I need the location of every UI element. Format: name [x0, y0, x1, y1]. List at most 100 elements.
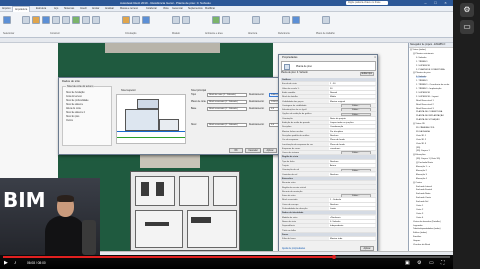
tab-insert[interactable]: Inserir — [80, 7, 87, 10]
browser-tree-item[interactable]: [-] Plantas estruturais — [413, 53, 434, 55]
tab-analyze[interactable]: Analisar — [105, 7, 114, 10]
floor-tool-icon[interactable] — [92, 16, 100, 24]
browser-tree-item[interactable]: Fachada Lateral — [416, 186, 432, 188]
browser-tree-item[interactable]: [-] Plantas de piso — [413, 72, 431, 74]
browser-tree-item[interactable]: {3D} Corpus 1 (Vista 3D) — [416, 158, 440, 160]
browser-tree-item[interactable]: [-] Elevações — [413, 154, 426, 156]
option-item[interactable]: Outros — [66, 120, 73, 122]
model-text-icon[interactable] — [172, 16, 180, 24]
edit-button[interactable]: Editar... — [341, 151, 371, 155]
property-value[interactable]: Mostrar tudo — [329, 237, 375, 241]
ok-button[interactable]: OK — [229, 148, 243, 153]
browser-tree-item[interactable]: Fachada Oeste — [416, 197, 431, 199]
modify-tool-icon[interactable] — [3, 16, 11, 24]
browser-tree-item[interactable]: PLANTA DE COBERTURA — [416, 111, 442, 113]
tab-collaborate[interactable]: Colaborar — [146, 7, 157, 10]
browser-tree-item[interactable]: 1. TÉRREO — [416, 80, 428, 82]
door-tool-icon[interactable] — [32, 16, 40, 24]
browser-tree-item[interactable]: [-] Cortes — [413, 182, 422, 184]
browser-tree-item[interactable]: Vínculos do Revit — [413, 244, 430, 246]
browser-tree-item[interactable]: Elevação 4 — [416, 178, 427, 180]
edit-type-button[interactable]: Editar tipo — [359, 72, 374, 76]
area-tool-icon[interactable] — [222, 16, 230, 24]
browser-tree-item[interactable]: Nível Novo nível 1 — [416, 100, 434, 102]
browser-tree-item[interactable]: [-] Vistas (todas) — [410, 49, 426, 51]
component-tool-icon[interactable] — [52, 16, 60, 24]
browser-tree-item[interactable]: Nível Novo nível 3 — [416, 108, 434, 110]
chat-icon[interactable]: ▭ — [460, 20, 474, 34]
browser-tree-item[interactable]: 0. Subsolo — [416, 57, 426, 59]
browser-tree-item[interactable]: 1. TÉRREO - Implantação — [416, 88, 441, 90]
browser-tree-item[interactable]: PLANTA DE SITUAÇÃO — [416, 119, 440, 121]
browser-tree-item[interactable]: 1. TÉRREO — [416, 61, 428, 63]
window-tool-icon[interactable] — [42, 16, 50, 24]
tab-massing[interactable]: Massa e terreno — [120, 7, 138, 10]
browser-tree-item[interactable]: {3D} — [416, 147, 420, 149]
floor-plan[interactable] — [130, 171, 240, 251]
instance-filter[interactable]: Planta de piso: 0. Subsolo Editar tipo — [281, 72, 376, 77]
browser-tree-item[interactable]: Corte 4 — [416, 217, 423, 219]
railing-tool-icon[interactable] — [122, 16, 130, 24]
browser-tree-item[interactable]: Corte 2 — [416, 209, 423, 211]
type-selector[interactable]: Planta de piso — [281, 61, 376, 71]
level-select[interactable]: Nível associado (1 - Subsolo) — [207, 107, 247, 111]
work-plane-icon[interactable] — [322, 16, 330, 24]
browser-tree-item[interactable]: 3. PLANTA DE COBERTURA — [416, 69, 445, 71]
browser-tree-item[interactable]: Grupos — [413, 240, 420, 242]
browser-tree-item[interactable]: 3D CÂMERA CIVIL — [416, 127, 435, 129]
settings-icon[interactable]: ⚙ — [417, 260, 421, 267]
browser-tree-item[interactable]: Elevação 3 — [416, 174, 427, 176]
option-item[interactable]: Nível de profundidade — [66, 100, 88, 102]
level-select[interactable]: Nível de corte (1 - Subsolo) — [207, 93, 247, 97]
volume-icon[interactable]: ♪ — [14, 260, 17, 267]
browser-tree-item[interactable]: Elevação 1 - a — [416, 166, 430, 168]
option-item[interactable]: Nível de alicerce — [66, 104, 83, 106]
edit-button[interactable]: Editar... — [341, 168, 371, 172]
browser-tree-item[interactable]: 1. TÉRREO - Ocorrência de rocha — [416, 84, 449, 86]
browser-tree-item[interactable]: Vistas de desenho (Detalhe) — [413, 221, 441, 223]
apply-button[interactable]: Aplicar — [263, 148, 277, 153]
edit-button[interactable]: Editar... — [341, 194, 371, 198]
cancel-button[interactable]: Cancelar — [245, 148, 261, 153]
progress-knob[interactable] — [331, 255, 336, 259]
grid-tool-icon[interactable] — [292, 16, 300, 24]
browser-tree-item[interactable]: 0. Subsolo — [416, 76, 427, 79]
browser-tree-item[interactable]: Vista 3D 2 — [416, 139, 426, 141]
browser-tree-item[interactable]: Tabelas/quantidades (todas) — [413, 228, 440, 230]
stair-tool-icon[interactable] — [142, 16, 150, 24]
browser-tree-item[interactable]: Vista 3D 3 — [416, 143, 426, 145]
browser-tree-item[interactable]: Corte 1 — [416, 205, 423, 207]
browser-tree-item[interactable]: [-] Vistas 3D — [413, 123, 425, 125]
column-tool-icon[interactable] — [62, 16, 70, 24]
browser-tree-item[interactable]: Elevação 2 — [416, 170, 427, 172]
fullscreen-icon[interactable]: ⛶ — [441, 260, 445, 267]
browser-tree-item[interactable]: 3D FACHADA — [416, 131, 430, 133]
tab-annotate[interactable]: Anotar — [92, 7, 99, 10]
wall-tool-icon[interactable] — [22, 16, 30, 24]
browser-tree-item[interactable]: 2. SUPERIOR - Layout — [416, 96, 438, 98]
ramp-tool-icon[interactable] — [132, 16, 140, 24]
browser-tree-item[interactable]: 2. SUPERIOR — [416, 65, 430, 67]
option-item[interactable]: Nível do piso — [66, 116, 79, 118]
theater-icon[interactable]: ▭ — [429, 260, 434, 267]
edit-button[interactable]: Editar... — [341, 108, 371, 112]
browser-tree-item[interactable]: [-] Fachada Norte — [416, 162, 433, 164]
browser-tree-item[interactable]: PLANTA DE IMPLANTAÇÃO — [416, 115, 444, 117]
properties-help-link[interactable]: Ajuda de propriedades — [282, 248, 305, 250]
browser-tree-item[interactable]: Fachada Frontal — [416, 189, 432, 191]
model-line-icon[interactable] — [182, 16, 190, 24]
level-tool-icon[interactable] — [282, 16, 290, 24]
browser-tree-item[interactable]: Vista 3D 1 — [416, 135, 426, 137]
tab-file[interactable]: Arquivo — [2, 7, 10, 10]
tab-structure[interactable]: Estrutura — [36, 7, 46, 10]
browser-tree-item[interactable]: Fachada Sul — [416, 201, 428, 203]
progress-bar[interactable] — [3, 255, 450, 259]
settings-icon[interactable]: ⚙ — [460, 3, 474, 17]
browser-tree-item[interactable]: Fachada Norte — [416, 193, 430, 195]
subtitles-icon[interactable]: ▣ — [405, 260, 410, 267]
browser-tree-item[interactable]: Corte 3 — [416, 213, 423, 215]
browser-tree-item[interactable]: Nível Novo nível 2 — [416, 104, 434, 106]
browser-tree-item[interactable]: Legendas — [413, 225, 423, 227]
browser-tree-item[interactable]: 2. SUPERIOR — [416, 92, 430, 94]
option-item[interactable]: Cota do terreno — [66, 96, 82, 98]
